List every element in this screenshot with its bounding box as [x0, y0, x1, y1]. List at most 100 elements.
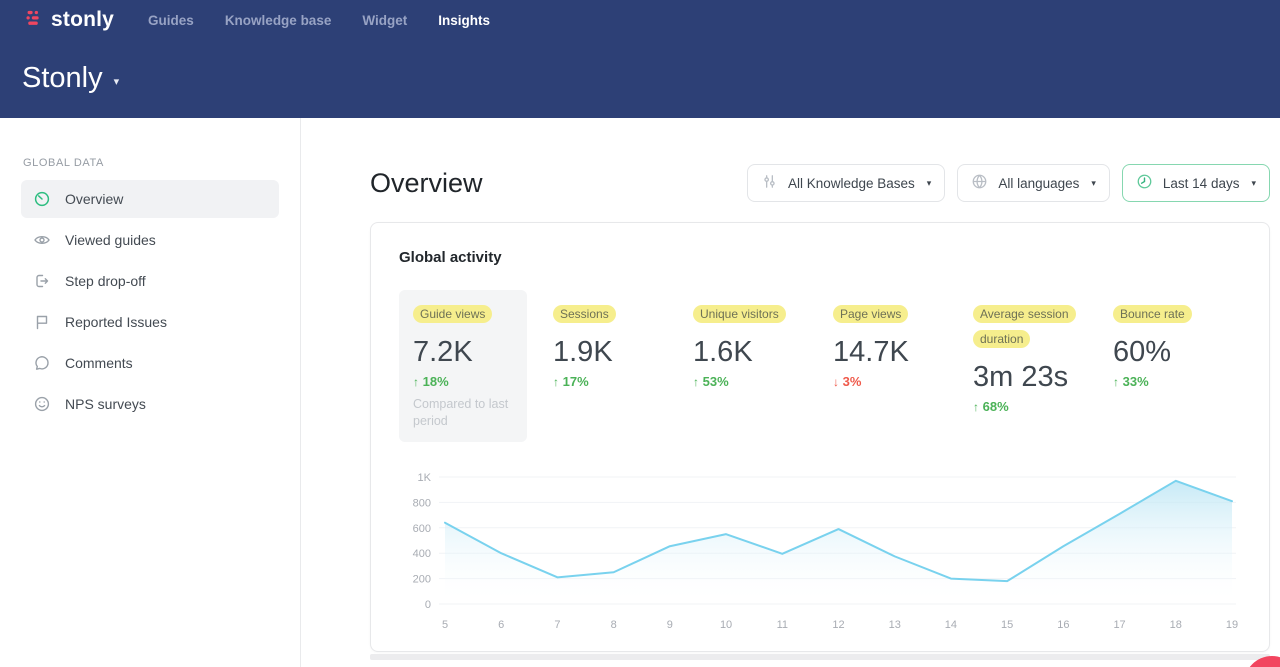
dropdown-label: Last 14 days: [1163, 176, 1240, 191]
sidebar-item-reported-issues[interactable]: Reported Issues: [21, 303, 279, 341]
filter-bar: All Knowledge Bases ▾ All languages ▾: [747, 164, 1270, 202]
metric-delta: ↑ 53%: [693, 374, 805, 389]
sidebar-item-label: Reported Issues: [65, 314, 167, 330]
card-title: Global activity: [399, 249, 1241, 266]
metric-tile-unique-visitors[interactable]: Unique visitors 1.6K ↑ 53%: [679, 290, 819, 442]
svg-text:400: 400: [413, 548, 431, 560]
step-out-icon: [33, 272, 51, 290]
sidebar-item-label: Viewed guides: [65, 232, 156, 248]
svg-text:1K: 1K: [418, 472, 432, 484]
svg-text:7: 7: [554, 619, 560, 631]
svg-text:11: 11: [777, 619, 788, 631]
knowledge-bases-dropdown[interactable]: All Knowledge Bases ▾: [747, 164, 945, 202]
sidebar-item-nps-surveys[interactable]: NPS surveys: [21, 385, 279, 423]
primary-nav: Guides Knowledge base Widget Insights: [148, 13, 490, 28]
sidebar-item-label: Comments: [65, 355, 133, 371]
metric-tile-sessions[interactable]: Sessions 1.9K ↑ 17%: [539, 290, 679, 442]
svg-text:6: 6: [498, 619, 504, 631]
workspace-chevron-down-icon[interactable]: ▾: [114, 69, 120, 88]
global-activity-card: Global activity Guide views 7.2K ↑ 18% C…: [370, 222, 1270, 652]
metric-value: 7.2K: [413, 336, 513, 369]
metric-delta: ↑ 68%: [973, 399, 1085, 414]
activity-area-chart: 1K 800 600 400 200 05 6 7 8 9 10 11 12 13 14 15 16 17 18 19: [399, 460, 1241, 643]
nav-item-widget[interactable]: Widget: [362, 13, 407, 28]
svg-text:17: 17: [1113, 619, 1125, 631]
metric-value: 60%: [1113, 336, 1225, 369]
main-content: Overview All Knowledge Bases ▾: [301, 118, 1280, 667]
svg-text:14: 14: [945, 619, 957, 631]
svg-text:800: 800: [413, 497, 431, 509]
metric-label: Average session duration: [973, 305, 1076, 348]
smiley-icon: [33, 395, 51, 413]
svg-text:5: 5: [442, 619, 448, 631]
metric-tiles: Guide views 7.2K ↑ 18% Compared to last …: [399, 290, 1241, 442]
nav-item-insights[interactable]: Insights: [438, 13, 490, 28]
metric-tile-bounce-rate[interactable]: Bounce rate 60% ↑ 33%: [1099, 290, 1239, 442]
metric-tile-page-views[interactable]: Page views 14.7K ↓ 3%: [819, 290, 959, 442]
arrow-up-icon: ↑: [1113, 375, 1119, 389]
page-background-gap: [370, 654, 1270, 660]
svg-text:8: 8: [611, 619, 617, 631]
dropdown-label: All languages: [998, 176, 1079, 191]
sidebar-item-label: Step drop-off: [65, 273, 146, 289]
svg-text:19: 19: [1226, 619, 1238, 631]
metric-tile-guide-views[interactable]: Guide views 7.2K ↑ 18% Compared to last …: [399, 290, 527, 442]
metric-delta: ↑ 33%: [1113, 374, 1225, 389]
nav-item-knowledge-base[interactable]: Knowledge base: [225, 13, 332, 28]
metric-label: Bounce rate: [1113, 305, 1192, 323]
dropdown-label: All Knowledge Bases: [788, 176, 915, 191]
clock-icon: [1136, 173, 1153, 193]
gauge-icon: [33, 190, 51, 208]
metric-tile-avg-session-duration[interactable]: Average session duration 3m 23s ↑ 68%: [959, 290, 1099, 442]
metric-delta: ↓ 3%: [833, 374, 945, 389]
stonly-logo[interactable]: stonly: [24, 8, 114, 33]
sidebar-item-step-drop-off[interactable]: Step drop-off: [21, 262, 279, 300]
metric-value: 3m 23s: [973, 361, 1085, 394]
date-range-dropdown[interactable]: Last 14 days ▾: [1122, 164, 1270, 202]
svg-text:18: 18: [1170, 619, 1182, 631]
metric-label: Unique visitors: [693, 305, 786, 323]
languages-dropdown[interactable]: All languages ▾: [957, 164, 1110, 202]
metric-delta: ↑ 17%: [553, 374, 665, 389]
flag-icon: [33, 313, 51, 331]
metric-delta: ↑ 18%: [413, 374, 513, 389]
svg-text:10: 10: [720, 619, 732, 631]
svg-text:13: 13: [889, 619, 901, 631]
arrow-up-icon: ↑: [413, 375, 419, 389]
stonly-logo-icon: [24, 8, 44, 33]
metric-value: 1.9K: [553, 336, 665, 369]
svg-text:15: 15: [1001, 619, 1013, 631]
globe-icon: [971, 173, 988, 193]
workspace-title: Stonly: [22, 62, 103, 95]
svg-text:16: 16: [1057, 619, 1069, 631]
svg-text:200: 200: [413, 573, 431, 585]
metric-label: Sessions: [553, 305, 616, 323]
sidebar-item-viewed-guides[interactable]: Viewed guides: [21, 221, 279, 259]
comment-icon: [33, 354, 51, 372]
metric-label: Guide views: [413, 305, 492, 323]
nav-item-guides[interactable]: Guides: [148, 13, 194, 28]
svg-text:600: 600: [413, 522, 431, 534]
metric-label: Page views: [833, 305, 908, 323]
arrow-up-icon: ↑: [553, 375, 559, 389]
top-header: stonly Guides Knowledge base Widget Insi…: [0, 0, 1280, 118]
svg-text:0: 0: [425, 599, 431, 611]
arrow-up-icon: ↑: [973, 400, 979, 414]
sidebar-section-label: GLOBAL DATA: [0, 157, 300, 169]
svg-text:12: 12: [832, 619, 844, 631]
sidebar-item-overview[interactable]: Overview: [21, 180, 279, 218]
metric-value: 1.6K: [693, 336, 805, 369]
arrow-up-icon: ↑: [693, 375, 699, 389]
page-title: Overview: [370, 168, 483, 199]
svg-text:9: 9: [667, 619, 673, 631]
sidebar-item-comments[interactable]: Comments: [21, 344, 279, 382]
metric-note: Compared to last period: [413, 396, 513, 430]
arrow-down-icon: ↓: [833, 375, 839, 389]
sidebar-item-label: NPS surveys: [65, 396, 146, 412]
logo-wordmark: stonly: [51, 8, 114, 32]
chevron-down-icon: ▾: [1251, 178, 1256, 189]
sidebar: GLOBAL DATA Overview Viewed guides: [0, 118, 301, 667]
sliders-icon: [761, 173, 778, 193]
metric-value: 14.7K: [833, 336, 945, 369]
sidebar-item-label: Overview: [65, 191, 123, 207]
